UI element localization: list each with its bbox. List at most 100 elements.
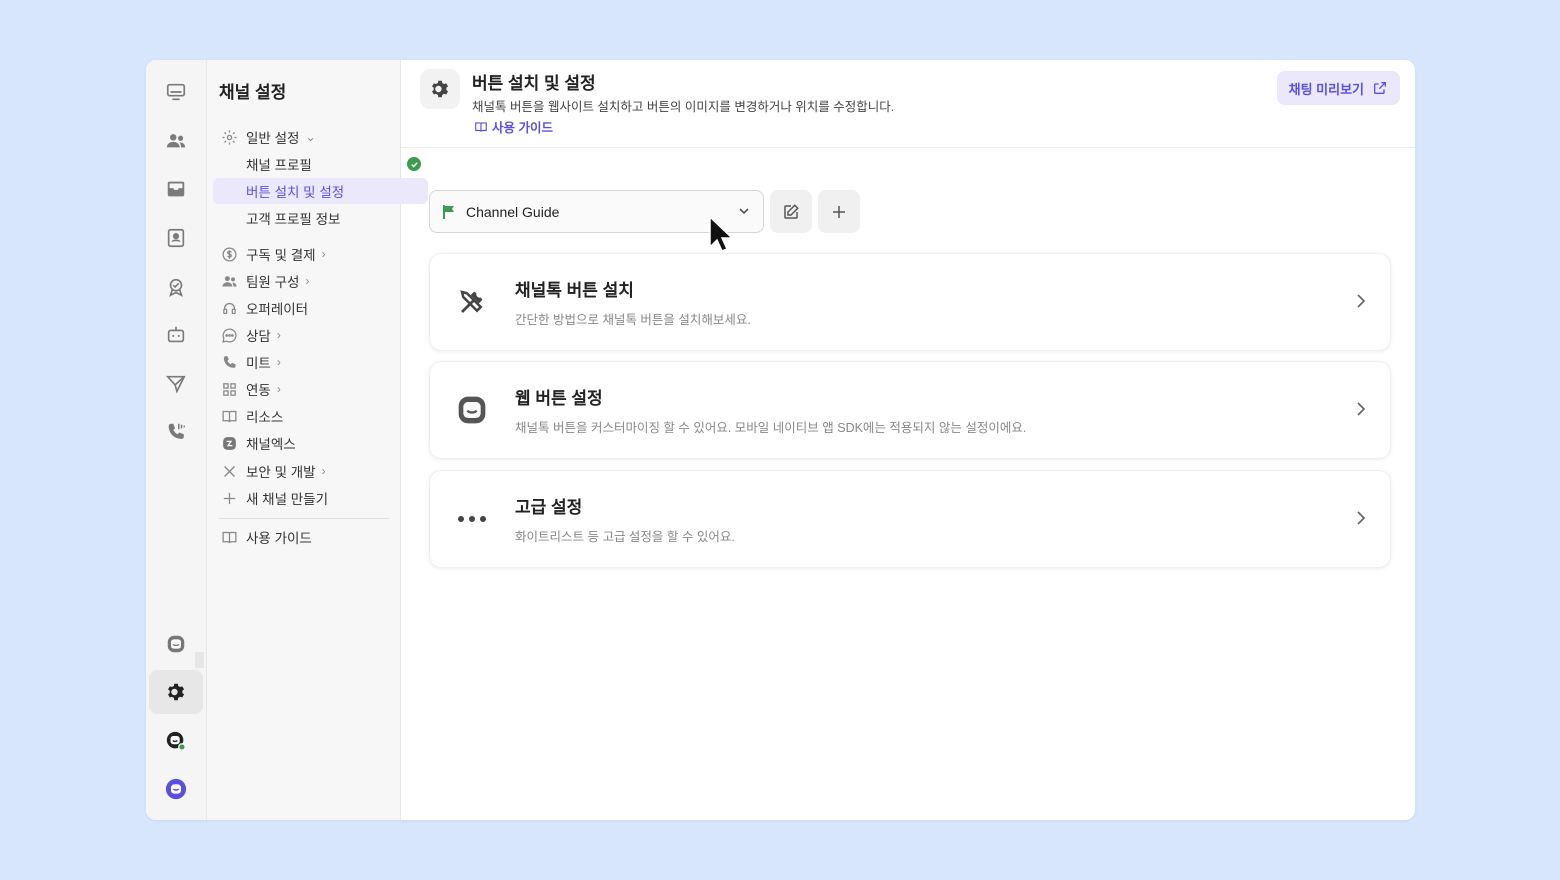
channel-x-icon <box>220 434 238 452</box>
status-chat-icon[interactable] <box>149 719 203 763</box>
nav-integration[interactable]: 연동 › <box>213 376 395 402</box>
book-icon <box>220 528 238 546</box>
nav-customer-profile[interactable]: 고객 프로필 정보 <box>213 205 428 231</box>
chevron-right-icon <box>1357 402 1366 416</box>
nav-user-guide[interactable]: 사용 가이드 <box>213 524 395 550</box>
users-icon[interactable] <box>149 119 203 163</box>
card-web-button-settings[interactable]: 웹 버튼 설정 채널톡 버튼을 커스터마이징 할 수 있어요. 모바일 네이티브… <box>429 361 1391 459</box>
chevron-down-icon <box>739 208 749 215</box>
nav-subscription[interactable]: 구독 및 결제 › <box>213 241 395 267</box>
nav-resources[interactable]: 리소스 <box>213 403 395 429</box>
flag-icon <box>443 204 454 219</box>
chevron-right-icon: › <box>321 464 326 478</box>
nav-channel-x[interactable]: 채널엑스 <box>213 430 395 456</box>
plus-icon <box>220 489 238 507</box>
nav-label: 채널엑스 <box>246 437 296 452</box>
send-icon[interactable] <box>149 362 203 406</box>
sidebar-divider <box>219 518 389 519</box>
nav-label: 상담 <box>246 329 271 344</box>
nav-new-channel[interactable]: 새 채널 만들기 <box>213 485 395 511</box>
icon-rail <box>146 60 207 820</box>
add-channel-button[interactable] <box>818 190 860 233</box>
edit-channel-button[interactable] <box>770 190 812 233</box>
app-window: 채널 설정 일반 설정 ⌄ 채널 프로필 버튼 설치 및 설정 고객 프로필 정… <box>146 60 1415 820</box>
headset-icon <box>220 299 238 317</box>
chevron-right-icon <box>1357 294 1366 308</box>
gear-icon <box>220 128 238 146</box>
nav-channel-profile[interactable]: 채널 프로필 <box>213 151 428 177</box>
page-header: 버튼 설치 및 설정 채널톡 버튼을 웹사이트 설치하고 버튼의 이미지를 변경… <box>400 60 1415 148</box>
mouse-cursor-icon <box>709 215 734 252</box>
chat-preview-button[interactable]: 채팅 미리보기 <box>1276 71 1400 105</box>
channel-chat-icon[interactable] <box>149 622 203 666</box>
tools-icon <box>454 284 490 320</box>
grid-icon <box>220 380 238 398</box>
dollar-icon <box>220 245 238 263</box>
nav-label: 고객 프로필 정보 <box>246 212 341 227</box>
chevron-right-icon <box>1357 511 1366 525</box>
nav-team[interactable]: 팀원 구성 › <box>213 268 395 294</box>
badge-icon[interactable] <box>149 265 203 309</box>
nav-label: 연동 <box>246 383 271 398</box>
card-title: 채널톡 버튼 설치 <box>515 281 634 300</box>
nav-button-settings[interactable]: 버튼 설치 및 설정 <box>213 178 428 204</box>
desktop-icon[interactable] <box>149 70 203 114</box>
nav-label: 팀원 구성 <box>246 275 300 290</box>
card-description: 채널톡 버튼을 커스터마이징 할 수 있어요. 모바일 네이티브 앱 SDK에는… <box>515 421 1027 435</box>
nav-label: 미트 <box>246 356 271 371</box>
nav-label: 일반 설정 <box>246 131 300 146</box>
channel-logo-icon[interactable] <box>149 767 203 811</box>
gear-icon <box>420 69 460 109</box>
tools-icon <box>220 462 238 480</box>
more-dots-icon <box>454 501 490 537</box>
nav-label: 버튼 설치 및 설정 <box>246 185 345 200</box>
card-title: 고급 설정 <box>515 498 583 517</box>
call-icon[interactable] <box>149 410 203 454</box>
page-title: 버튼 설치 및 설정 <box>472 74 596 93</box>
chevron-right-icon: › <box>276 328 281 342</box>
contact-card-icon[interactable] <box>149 216 203 260</box>
nav-label: 리소스 <box>246 410 284 425</box>
channel-chat-icon <box>454 392 490 428</box>
nav-security-dev[interactable]: 보안 및 개발 › <box>213 458 395 484</box>
nav-label: 사용 가이드 <box>246 531 312 546</box>
book-icon <box>475 121 487 132</box>
settings-gear-icon[interactable] <box>149 670 203 714</box>
chevron-down-icon: ⌄ <box>305 130 316 144</box>
chevron-right-icon: › <box>276 355 281 369</box>
chat-preview-label: 채팅 미리보기 <box>1288 81 1364 97</box>
channel-select-value: Channel Guide <box>466 203 560 220</box>
user-guide-link[interactable]: 사용 가이드 <box>474 117 553 136</box>
nav-label: 보안 및 개발 <box>246 465 316 480</box>
card-description: 화이트리스트 등 고급 설정을 할 수 있어요. <box>515 530 735 544</box>
chevron-right-icon: › <box>305 274 310 288</box>
nav-label: 채널 프로필 <box>246 158 312 173</box>
plus-icon <box>833 205 845 218</box>
nav-label: 구독 및 결제 <box>246 248 316 263</box>
edit-icon <box>784 203 799 219</box>
nav-operator[interactable]: 오퍼레이터 <box>213 295 395 321</box>
book-icon <box>220 407 238 425</box>
nav-label: 새 채널 만들기 <box>246 492 329 507</box>
sidebar-title: 채널 설정 <box>219 83 287 102</box>
card-description: 간단한 방법으로 채널톡 버튼을 설치해보세요. <box>515 313 751 327</box>
card-install-button[interactable]: 채널톡 버튼 설치 간단한 방법으로 채널톡 버튼을 설치해보세요. <box>429 253 1391 351</box>
user-guide-label: 사용 가이드 <box>492 121 553 135</box>
card-title: 웹 버튼 설정 <box>515 389 603 408</box>
settings-sidebar: 채널 설정 일반 설정 ⌄ 채널 프로필 버튼 설치 및 설정 고객 프로필 정… <box>207 60 428 820</box>
chevron-right-icon: › <box>276 382 281 396</box>
nav-consultation[interactable]: 상담 › <box>213 322 395 348</box>
bot-icon[interactable] <box>149 313 203 357</box>
nav-label: 오퍼레이터 <box>246 302 309 317</box>
external-link-icon <box>1374 82 1386 94</box>
check-circle-icon <box>407 157 421 171</box>
team-icon <box>220 272 238 290</box>
inbox-icon[interactable] <box>149 167 203 211</box>
page-description: 채널톡 버튼을 웹사이트 설치하고 버튼의 이미지를 변경하거나 위치를 수정합… <box>472 100 895 114</box>
chat-bubble-icon <box>220 326 238 344</box>
chevron-right-icon: › <box>321 247 326 261</box>
card-advanced-settings[interactable]: 고급 설정 화이트리스트 등 고급 설정을 할 수 있어요. <box>429 470 1391 568</box>
phone-icon <box>220 353 238 371</box>
nav-general-settings[interactable]: 일반 설정 ⌄ <box>213 124 395 150</box>
nav-meet[interactable]: 미트 › <box>213 349 395 375</box>
